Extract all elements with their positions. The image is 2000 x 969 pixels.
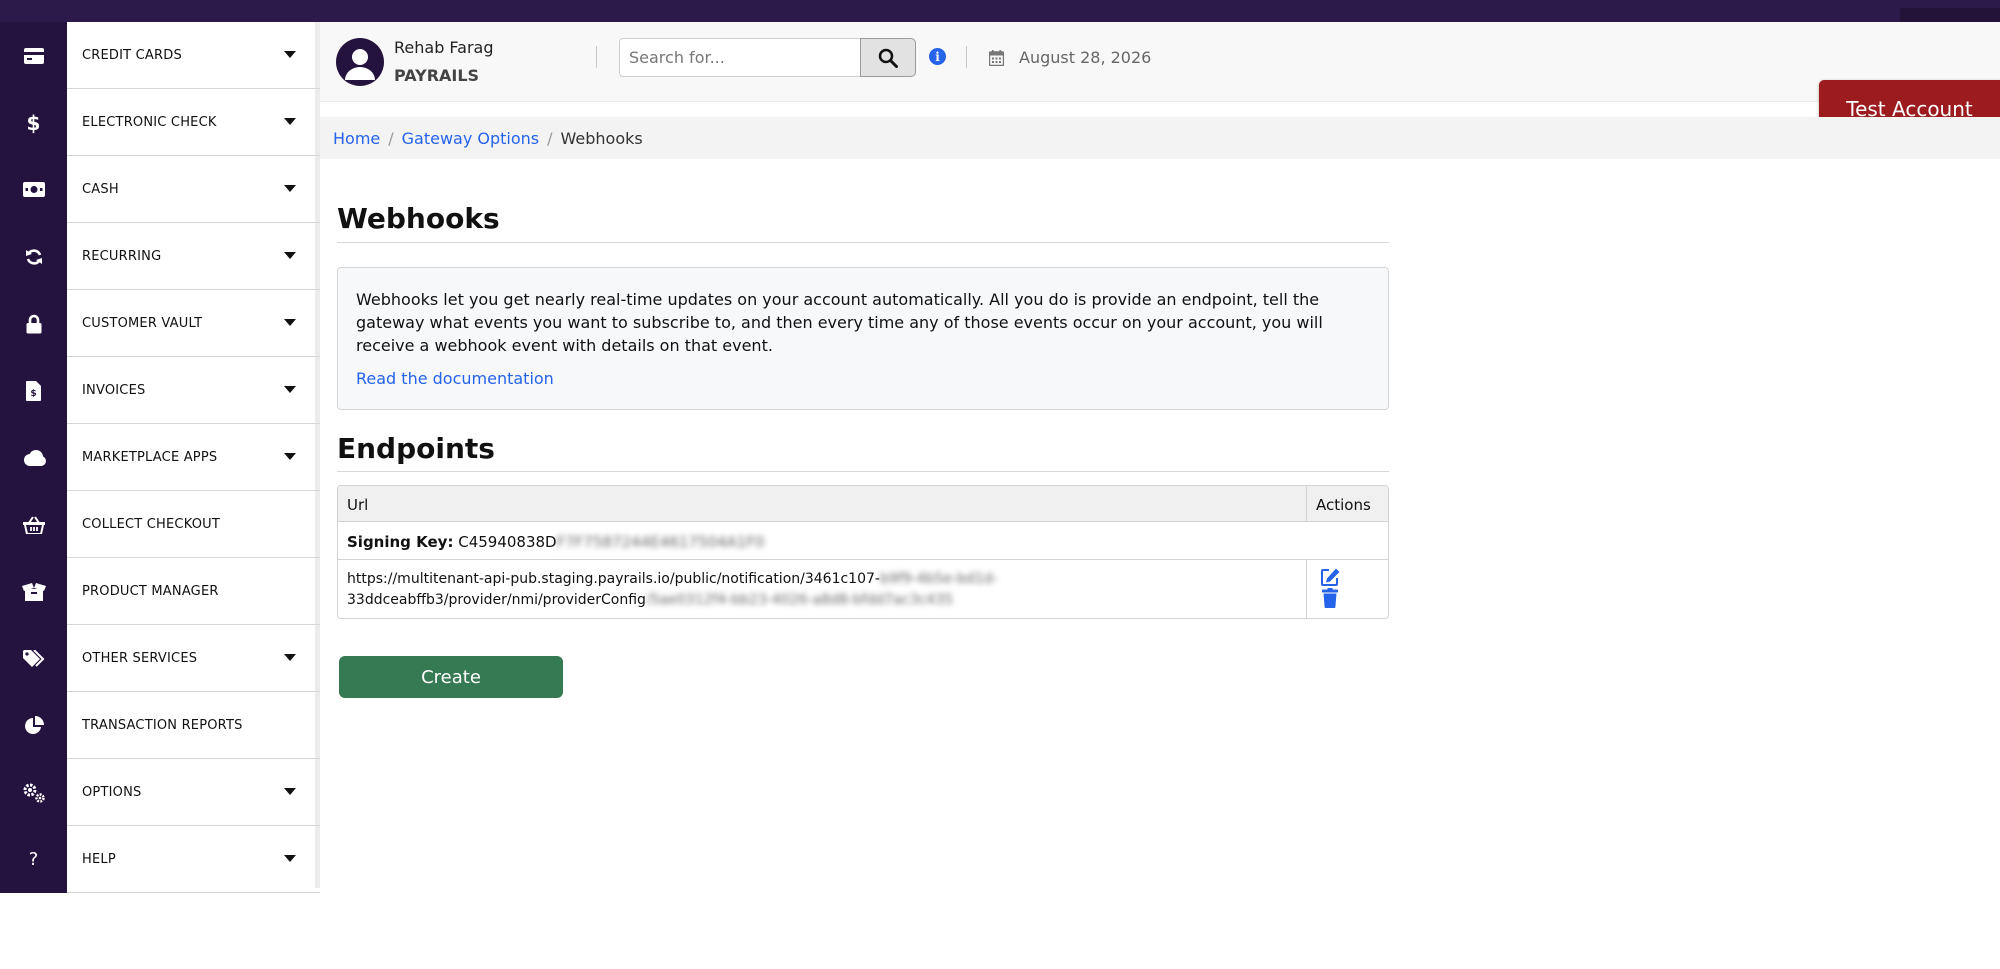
edit-icon[interactable]	[1321, 568, 1340, 586]
caret-down-icon	[284, 453, 296, 460]
calendar-icon	[989, 50, 1004, 66]
divider	[337, 242, 1389, 243]
breadcrumb: Home / Gateway Options / Webhooks	[320, 117, 2000, 159]
column-header-url: Url	[338, 486, 1307, 522]
caret-down-icon	[284, 118, 296, 125]
column-header-actions: Actions	[1307, 486, 1388, 522]
sidebar-item-collect-checkout[interactable]: COLLECT CHECKOUT	[0, 491, 320, 558]
signing-key-label: Signing Key:	[347, 533, 454, 551]
cloud-icon	[0, 424, 67, 491]
caret-down-icon	[284, 252, 296, 259]
sidebar-item-label: HELP	[82, 852, 116, 867]
endpoint-actions	[1307, 560, 1388, 618]
endpoints-table: Url Actions Signing Key: C45940838DF7F75…	[337, 485, 1389, 619]
sidebar-item-marketplace-apps[interactable]: MARKETPLACE APPS	[0, 424, 320, 491]
sidebar-item-cash[interactable]: CASH	[0, 156, 320, 223]
create-button[interactable]: Create	[339, 656, 563, 698]
page-title: Webhooks	[337, 202, 500, 235]
caret-down-icon	[284, 788, 296, 795]
sidebar-item-other-services[interactable]: OTHER SERVICES	[0, 625, 320, 692]
breadcrumb-gateway-options[interactable]: Gateway Options	[402, 129, 540, 148]
sidebar-item-customer-vault[interactable]: CUSTOMER VAULT	[0, 290, 320, 357]
search-icon	[878, 48, 898, 68]
user-icon	[345, 49, 375, 80]
sidebar-item-label: ELECTRONIC CHECK	[82, 115, 217, 130]
caret-down-icon	[284, 185, 296, 192]
user-name: Rehab Farag	[394, 38, 494, 57]
sidebar-item-product-manager[interactable]: PRODUCT MANAGER	[0, 558, 320, 625]
caret-down-icon	[284, 855, 296, 862]
basket-icon	[0, 491, 67, 558]
cash-icon	[0, 156, 67, 223]
invoice-icon: $	[0, 357, 67, 424]
webhooks-description: Webhooks let you get nearly real-time up…	[356, 290, 1323, 355]
caret-down-icon	[284, 386, 296, 393]
sidebar-item-help[interactable]: ? HELP	[0, 826, 320, 893]
documentation-link[interactable]: Read the documentation	[356, 369, 1370, 388]
caret-down-icon	[284, 51, 296, 58]
sidebar-item-transaction-reports[interactable]: TRANSACTION REPORTS	[0, 692, 320, 759]
breadcrumb-separator: /	[388, 128, 394, 148]
sidebar-item-label: CASH	[82, 182, 119, 197]
sidebar-item-label: COLLECT CHECKOUT	[82, 517, 221, 532]
pie-chart-icon	[0, 692, 67, 759]
credit-card-icon	[0, 22, 67, 89]
header: Rehab Farag PAYRAILS i August 28, 2026	[320, 22, 2000, 102]
url-line-1-redacted: b9f9-4b5e-bd1d-	[879, 571, 998, 587]
divider	[966, 46, 967, 68]
sidebar-item-credit-cards[interactable]: CREDIT CARDS	[0, 22, 320, 89]
sidebar-item-options[interactable]: OPTIONS	[0, 759, 320, 826]
trash-icon[interactable]	[1322, 588, 1338, 608]
caret-down-icon	[284, 319, 296, 326]
sidebar-item-label: RECURRING	[82, 249, 162, 264]
svg-text:$: $	[30, 389, 36, 399]
sidebar-item-label: MARKETPLACE APPS	[82, 450, 218, 465]
top-bar-right	[1900, 8, 2000, 22]
endpoints-title: Endpoints	[337, 432, 495, 465]
sidebar-item-electronic-check[interactable]: $ ELECTRONIC CHECK	[0, 89, 320, 156]
sidebar-item-label: INVOICES	[82, 383, 146, 398]
sidebar-item-recurring[interactable]: RECURRING	[0, 223, 320, 290]
sidebar-item-label: TRANSACTION REPORTS	[82, 718, 243, 733]
dollar-icon: $	[0, 89, 67, 156]
signing-key-value: C45940838D	[458, 533, 557, 551]
webhooks-info-box: Webhooks let you get nearly real-time up…	[337, 267, 1389, 410]
breadcrumb-current: Webhooks	[560, 128, 643, 148]
search-button[interactable]	[860, 38, 916, 77]
breadcrumb-separator: /	[547, 128, 553, 148]
divider	[337, 471, 1389, 472]
search-input[interactable]	[619, 38, 861, 77]
question-icon: ?	[0, 826, 67, 893]
url-line-2-redacted: /5ae0312f4-bb23-4026-a8d8-bfdd7ac3c435	[645, 592, 954, 608]
info-icon[interactable]: i	[929, 48, 946, 65]
divider	[596, 46, 597, 68]
signing-key-redacted: F7F7587244E4617504A1F0	[556, 533, 765, 551]
sidebar-item-label: OPTIONS	[82, 785, 142, 800]
url-line-1: https://multitenant-api-pub.staging.payr…	[347, 571, 880, 587]
box-icon	[0, 558, 67, 625]
sidebar-item-invoices[interactable]: $ INVOICES	[0, 357, 320, 424]
breadcrumb-home[interactable]: Home	[333, 129, 380, 148]
org-name: PAYRAILS	[394, 66, 480, 85]
gears-icon	[0, 759, 67, 826]
avatar[interactable]	[336, 38, 384, 86]
sidebar-item-label: CREDIT CARDS	[82, 48, 182, 63]
current-date: August 28, 2026	[1019, 48, 1152, 67]
signing-key-row: Signing Key: C45940838DF7F7587244E461750…	[338, 522, 1388, 560]
lock-icon	[0, 290, 67, 357]
top-bar	[0, 0, 2000, 22]
refresh-icon	[0, 223, 67, 290]
sidebar-item-label: OTHER SERVICES	[82, 651, 198, 666]
caret-down-icon	[284, 654, 296, 661]
endpoint-url: https://multitenant-api-pub.staging.payr…	[338, 560, 1307, 618]
sidebar-item-label: CUSTOMER VAULT	[82, 316, 203, 331]
sidebar-item-label: PRODUCT MANAGER	[82, 584, 219, 599]
url-line-2: 33ddceabffb3/provider/nmi/providerConfig	[347, 592, 646, 608]
sidebar: CREDIT CARDS $ ELECTRONIC CHECK CASH REC…	[0, 22, 320, 893]
tags-icon	[0, 625, 67, 692]
